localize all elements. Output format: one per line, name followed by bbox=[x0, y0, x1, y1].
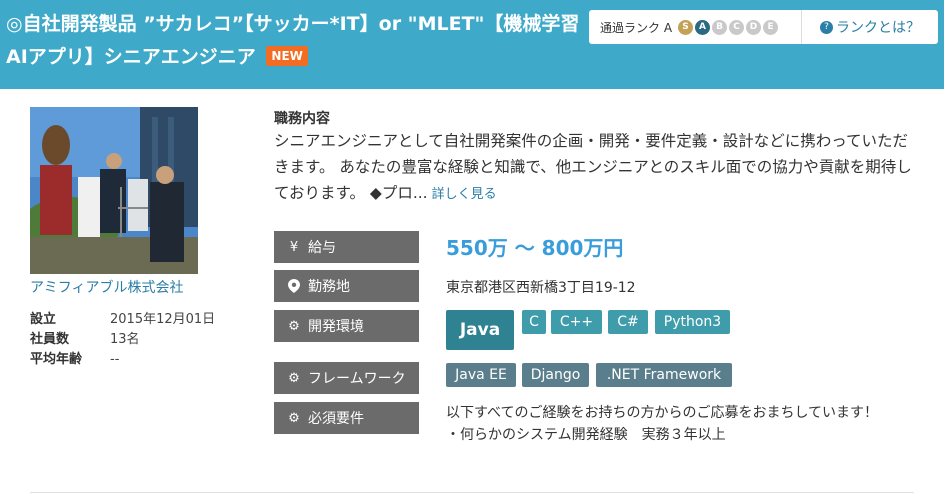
rank-e-icon: E bbox=[763, 19, 779, 35]
salary-label: ¥ 給与 bbox=[274, 231, 419, 263]
rank-box: 通過ランク A S A B C D E ? ランクとは？ bbox=[589, 10, 938, 44]
job-header: ◎自社開発製品 ”サカレコ”【サッカー*IT】or "MLET"【機械学習AIア… bbox=[0, 0, 944, 89]
company-info-table: 設立 2015年12月01日 社員数 13名 平均年齢 -- bbox=[30, 310, 215, 370]
rank-a-icon: A bbox=[695, 19, 711, 35]
dev-env-tag[interactable]: C bbox=[522, 310, 546, 334]
rank-help-link[interactable]: ? ランクとは？ bbox=[802, 17, 938, 37]
salary-value: 550万 〜 800万円 bbox=[446, 236, 624, 260]
company-info-row: 平均年齢 -- bbox=[30, 350, 215, 370]
yen-icon: ¥ bbox=[289, 239, 299, 255]
framework-label-text: フレームワーク bbox=[308, 371, 406, 387]
framework-tag[interactable]: Django bbox=[522, 363, 589, 387]
info-key-employees: 社員数 bbox=[30, 332, 70, 347]
dev-env-tag[interactable]: C++ bbox=[551, 310, 602, 334]
pass-rank: 通過ランク A S A B C D E bbox=[589, 10, 802, 44]
gear-icon: ⚙ bbox=[288, 318, 300, 334]
salary-label-text: 給与 bbox=[308, 240, 336, 256]
map-pin-icon bbox=[286, 279, 302, 293]
job-title[interactable]: ◎自社開発製品 ”サカレコ”【サッカー*IT】or "MLET"【機械学習AIア… bbox=[6, 8, 584, 74]
company-info-row: 社員数 13名 bbox=[30, 330, 215, 350]
requirements-text: 以下すべてのご経験をお持ちの方からのご応募をおまちしています！ ・何らかのシステ… bbox=[446, 402, 886, 446]
divider bbox=[30, 492, 914, 493]
gear-icon: ⚙ bbox=[288, 410, 300, 426]
requirements-label-text: 必須要件 bbox=[308, 411, 364, 427]
read-more-link[interactable]: 詳しく見る bbox=[432, 187, 497, 202]
info-val-founded: 2015年12月01日 bbox=[110, 312, 216, 327]
location-value: 東京都港区西新橋3丁目19-12 bbox=[446, 280, 636, 296]
company-photo-image bbox=[30, 107, 198, 274]
dev-env-label: ⚙ 開発環境 bbox=[274, 310, 419, 342]
question-circle-icon: ? bbox=[820, 20, 833, 34]
gear-icon: ⚙ bbox=[288, 370, 300, 386]
dev-env-label-text: 開発環境 bbox=[308, 319, 364, 335]
company-name-link[interactable]: アミフィアブル株式会社 bbox=[30, 277, 183, 297]
rank-c-icon: C bbox=[729, 19, 745, 35]
requirements-line: ・何らかのシステム開発経験 実務３年以上 bbox=[446, 427, 726, 443]
info-val-employees: 13名 bbox=[110, 332, 140, 347]
info-val-avg-age: -- bbox=[110, 352, 120, 367]
company-info-row: 設立 2015年12月01日 bbox=[30, 310, 215, 330]
dev-env-tag[interactable]: Java bbox=[446, 310, 514, 350]
location-label-text: 勤務地 bbox=[308, 279, 350, 295]
framework-tag[interactable]: Java EE bbox=[446, 363, 516, 387]
location-label: 勤務地 bbox=[274, 270, 419, 302]
company-photo[interactable] bbox=[30, 107, 198, 274]
framework-label: ⚙ フレームワーク bbox=[274, 362, 419, 394]
rank-b-icon: B bbox=[712, 19, 728, 35]
dev-env-tag[interactable]: Python3 bbox=[655, 310, 730, 334]
job-description-heading: 職務内容 bbox=[274, 111, 330, 127]
rank-d-icon: D bbox=[746, 19, 762, 35]
job-description-text: シニアエンジニアとして自社開発案件の企画・開発・要件定義・設計などに携わっていた… bbox=[274, 132, 912, 202]
rank-help-text[interactable]: ランクとは？ bbox=[836, 17, 920, 37]
info-key-avg-age: 平均年齢 bbox=[30, 352, 83, 367]
requirements-label: ⚙ 必須要件 bbox=[274, 402, 419, 434]
new-badge: NEW bbox=[266, 45, 308, 66]
job-description: シニアエンジニアとして自社開発案件の企画・開発・要件定義・設計などに携わっていた… bbox=[274, 128, 914, 208]
pass-rank-label: 通過ランク A bbox=[600, 20, 673, 35]
rank-s-icon: S bbox=[678, 19, 694, 35]
framework-tag[interactable]: .NET Framework bbox=[596, 363, 732, 387]
info-key-founded: 設立 bbox=[30, 312, 57, 327]
dev-env-tag[interactable]: C# bbox=[608, 310, 648, 334]
requirements-line: 以下すべてのご経験をお持ちの方からのご応募をおまちしています！ bbox=[446, 405, 879, 421]
